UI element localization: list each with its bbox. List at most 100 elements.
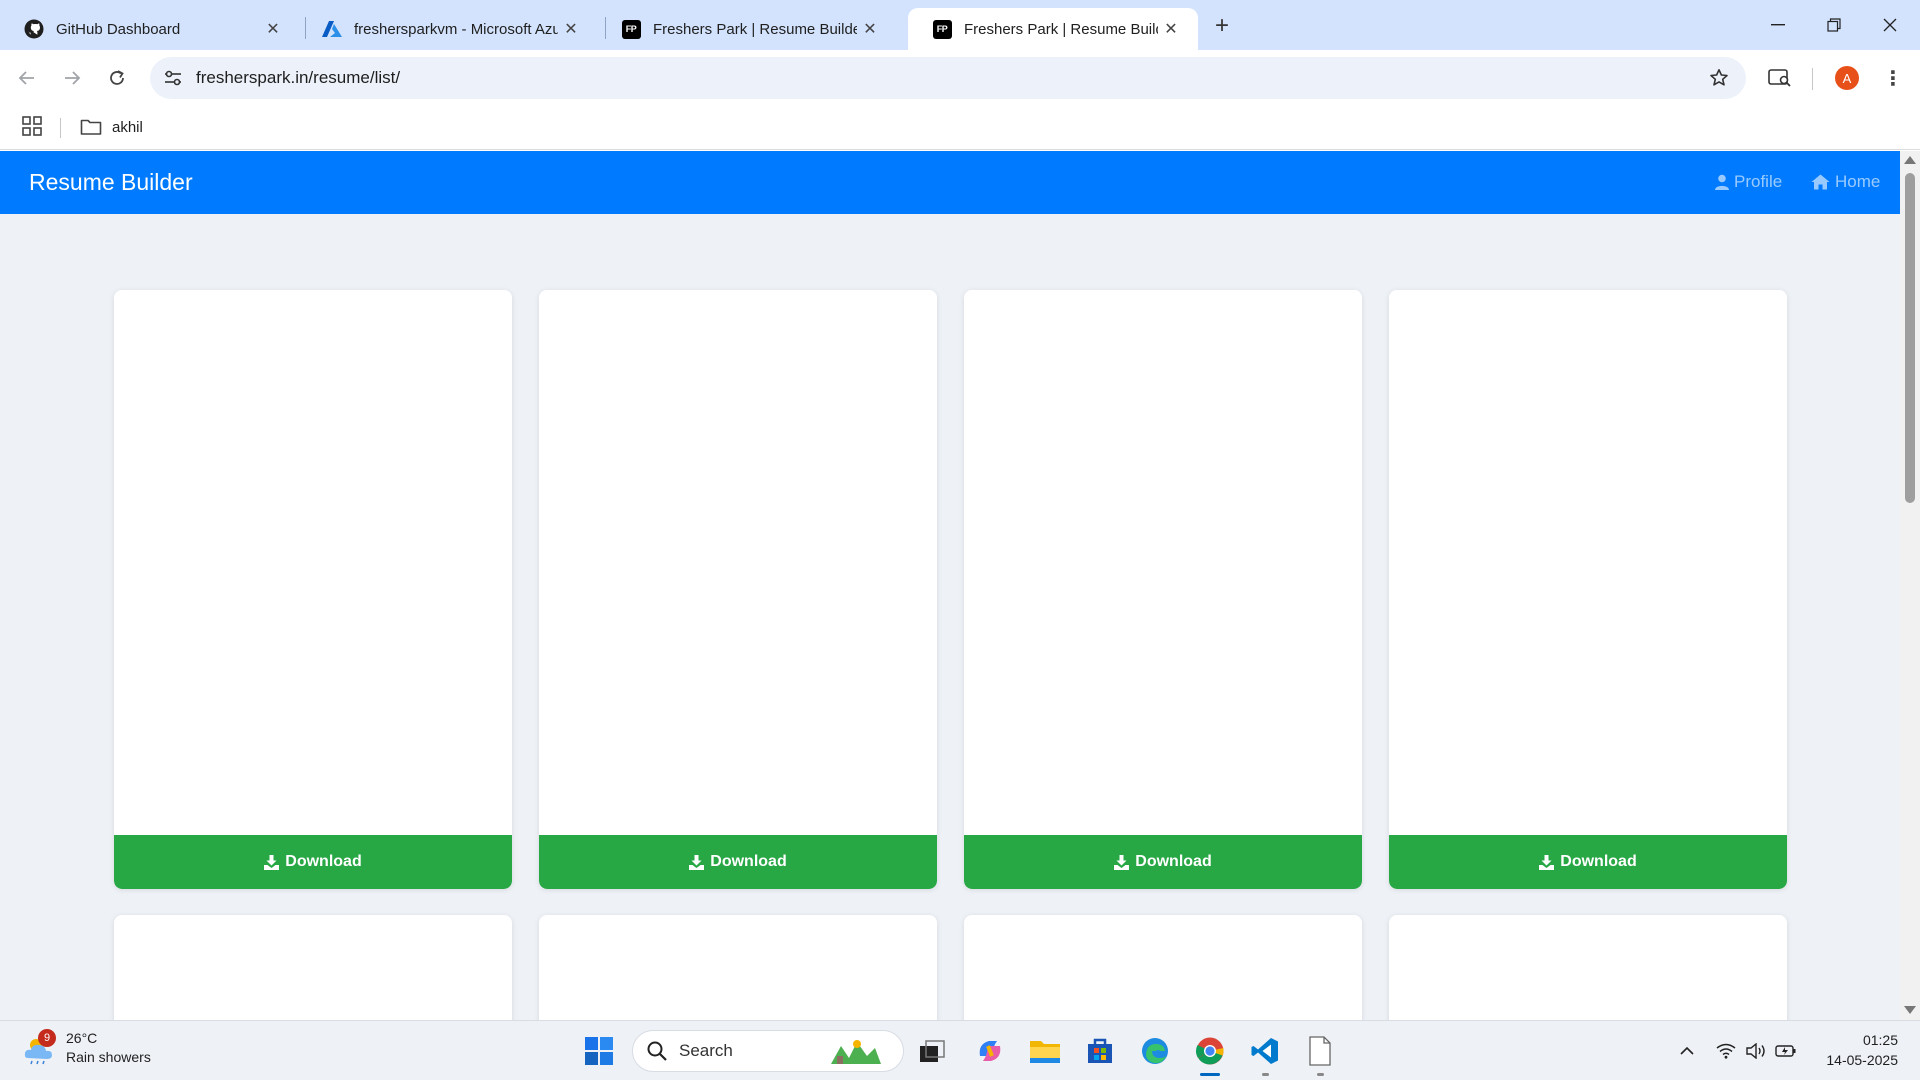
nav-profile-label: Profile — [1734, 172, 1783, 191]
download-button[interactable]: Download — [114, 835, 512, 889]
browser-toolbar: fresherspark.in/resume/list/ A ⋮ — [0, 50, 1920, 106]
start-button[interactable] — [581, 1033, 617, 1069]
nav-home-link[interactable]: Home — [1811, 172, 1880, 192]
tab-title: GitHub Dashboard — [56, 20, 181, 38]
tab-resume-builder-2[interactable]: FP Freshers Park | Resume Builder ✕ — [908, 8, 1198, 50]
nav-profile-link[interactable]: Profile — [1715, 172, 1782, 192]
resume-preview[interactable] — [964, 290, 1362, 835]
notification-badge: 9 — [38, 1029, 56, 1047]
resume-card[interactable] — [964, 915, 1362, 1020]
resume-preview[interactable] — [1389, 290, 1787, 835]
bookmarks-bar: akhil — [0, 106, 1920, 150]
back-button[interactable] — [13, 64, 41, 92]
edge-icon[interactable] — [1137, 1033, 1173, 1069]
site-info-icon[interactable] — [160, 65, 186, 91]
rain-cloud-icon: 9 — [22, 1029, 56, 1065]
task-view-icon[interactable] — [914, 1033, 950, 1069]
resume-card: Download — [1389, 290, 1787, 889]
download-icon — [1539, 854, 1555, 870]
fp-icon: FP — [932, 19, 952, 39]
menu-icon[interactable]: ⋮ — [1879, 64, 1907, 92]
github-icon — [24, 19, 44, 39]
scroll-down-arrow[interactable] — [1904, 1006, 1916, 1014]
apps-grid-icon[interactable] — [22, 116, 44, 138]
url-text: fresherspark.in/resume/list/ — [196, 68, 401, 87]
chrome-icon[interactable] — [1192, 1033, 1228, 1069]
bookmarks-divider — [60, 118, 61, 138]
weather-widget[interactable]: 9 26°C Rain showers — [22, 1029, 151, 1067]
download-button[interactable]: Download — [539, 835, 937, 889]
tab-search-icon[interactable] — [1766, 64, 1794, 92]
user-icon — [1715, 174, 1729, 190]
home-icon — [1811, 174, 1830, 190]
close-icon[interactable]: ✕ — [1158, 16, 1184, 42]
resume-preview[interactable] — [539, 290, 937, 835]
toolbar-divider — [1812, 68, 1813, 90]
new-tab-button[interactable]: + — [1208, 12, 1236, 40]
running-app-indicator — [1262, 1073, 1269, 1076]
scroll-up-arrow[interactable] — [1904, 156, 1916, 164]
clock-time: 01:25 — [1862, 1032, 1898, 1048]
active-app-indicator — [1200, 1073, 1220, 1076]
blank-document-icon[interactable] — [1302, 1033, 1338, 1069]
download-icon — [264, 854, 280, 870]
close-icon[interactable]: ✕ — [260, 16, 286, 42]
folder-icon — [80, 119, 102, 135]
volume-icon[interactable] — [1744, 1039, 1768, 1063]
battery-icon[interactable] — [1774, 1039, 1798, 1063]
fp-icon: FP — [621, 19, 641, 39]
vscode-icon[interactable] — [1247, 1033, 1283, 1069]
profile-avatar[interactable]: A — [1833, 64, 1861, 92]
tab-title: Freshers Park | Resume Builder — [964, 20, 1158, 38]
copilot-icon[interactable] — [972, 1033, 1008, 1069]
wifi-icon[interactable] — [1714, 1039, 1738, 1063]
page-scrollbar[interactable] — [1900, 151, 1920, 1020]
tab-strip: GitHub Dashboard ✕ freshersparkvm - Micr… — [0, 0, 1920, 50]
microsoft-store-icon[interactable] — [1082, 1033, 1118, 1069]
forward-button[interactable] — [58, 64, 86, 92]
bookmark-star-icon[interactable] — [1706, 65, 1732, 91]
taskbar-search[interactable]: Search — [632, 1030, 904, 1072]
minimize-button[interactable] — [1750, 0, 1806, 50]
download-button[interactable]: Download — [964, 835, 1362, 889]
download-icon — [1114, 854, 1130, 870]
weather-temperature: 26°C — [66, 1030, 98, 1046]
address-bar[interactable]: fresherspark.in/resume/list/ — [150, 57, 1746, 99]
brand-title[interactable]: Resume Builder — [29, 169, 193, 196]
resume-card[interactable] — [1389, 915, 1787, 1020]
page-viewport: Resume Builder Profile Home Download Dow… — [0, 151, 1900, 1020]
tab-resume-builder-1[interactable]: FP Freshers Park | Resume Builder ✕ — [597, 8, 897, 50]
reload-button[interactable] — [103, 64, 131, 92]
tab-github[interactable]: GitHub Dashboard ✕ — [0, 8, 300, 50]
search-icon — [647, 1041, 667, 1061]
close-icon[interactable]: ✕ — [558, 16, 584, 42]
resume-card: Download — [964, 290, 1362, 889]
windows-taskbar: 9 26°C Rain showers Search 01:25 14-05-2… — [0, 1020, 1920, 1080]
scroll-thumb[interactable] — [1905, 173, 1915, 503]
resume-card[interactable] — [114, 915, 512, 1020]
close-window-button[interactable] — [1862, 0, 1918, 50]
taskbar-clock[interactable]: 01:25 14-05-2025 — [1826, 1030, 1898, 1070]
resume-card: Download — [539, 290, 937, 889]
show-hidden-icons-chevron-icon[interactable] — [1675, 1039, 1699, 1063]
close-icon[interactable]: ✕ — [857, 16, 883, 42]
resume-card[interactable] — [539, 915, 937, 1020]
bookmark-label: akhil — [112, 118, 143, 136]
download-icon — [689, 854, 705, 870]
download-button[interactable]: Download — [1389, 835, 1787, 889]
tab-title: freshersparkvm - Microsoft Azure — [354, 20, 558, 38]
restore-button[interactable] — [1806, 0, 1862, 50]
tab-azure[interactable]: freshersparkvm - Microsoft Azure ✕ — [298, 8, 598, 50]
clock-date: 14-05-2025 — [1826, 1052, 1898, 1068]
weather-description: Rain showers — [66, 1049, 151, 1065]
app-navbar: Resume Builder Profile Home — [0, 151, 1900, 214]
search-highlight-icon — [831, 1040, 881, 1064]
resume-card: Download — [114, 290, 512, 889]
azure-icon — [322, 19, 342, 39]
file-explorer-icon[interactable] — [1027, 1033, 1063, 1069]
running-app-indicator — [1317, 1073, 1324, 1076]
tab-title: Freshers Park | Resume Builder — [653, 20, 857, 38]
nav-home-label: Home — [1835, 172, 1881, 191]
resume-preview[interactable] — [114, 290, 512, 835]
bookmark-folder-akhil[interactable]: akhil — [80, 114, 143, 140]
